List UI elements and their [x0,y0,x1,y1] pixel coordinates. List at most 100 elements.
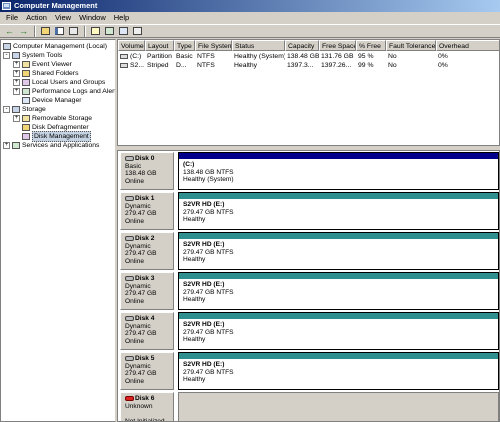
disk-size: 138.48 GB [125,170,157,177]
tree-item-performance-logs-and-alerts[interactable]: + Performance Logs and Alerts [13,87,115,96]
column-header-capacity[interactable]: Capacity [285,40,319,51]
table-row[interactable]: (C:) Partition Basic NTFS Healthy (System) 13… [118,52,499,61]
volume-block[interactable]: S2VR HD (E:) 279.47 GB NTFS Healthy [178,312,499,350]
cell-status: Healthy [232,61,285,70]
disk-status: Online [125,377,145,385]
tree-root[interactable]: Computer Management (Local) [3,42,107,51]
volume-name: S2VR HD (E:) [183,201,225,208]
column-header-layout[interactable]: Layout [145,40,174,51]
column-header-free-space[interactable]: Free Space [319,40,356,51]
volume-size: 279.47 GB NTFS [183,288,234,296]
expand-icon[interactable]: + [3,142,10,149]
disk-name: Disk 6 [125,395,171,403]
cell-fault-tolerance: No [386,52,436,61]
collapse-icon[interactable]: - [3,52,10,59]
cell-text: NTFS [197,53,215,60]
disk-size: 279.47 GB [125,250,157,257]
disk-row-disk-0: Disk 0 Basic 138.48 GB Online (C:) 138.48 GB … [120,152,499,190]
collapse-icon[interactable]: - [3,106,10,113]
cell-type: Basic [174,52,195,61]
tree-item-event-viewer[interactable]: + Event Viewer [13,60,72,69]
table-row[interactable]: S2... Striped D... NTFS Healthy 1397.3... 1397… [118,61,499,70]
disk-label[interactable]: Disk 4 Dynamic 279.47 GB Online [120,312,174,350]
disk-type: Dynamic [125,362,151,370]
local-users-and-groups-icon [22,79,30,86]
disk-label[interactable]: Disk 0 Basic 138.48 GB Online [120,152,174,190]
volume-block[interactable]: S2VR HD (E:) 279.47 GB NTFS Healthy [178,232,499,270]
volume-icon [120,62,128,68]
column-header-free[interactable]: % Free [356,40,386,51]
volume-size: 279.47 GB NTFS [183,208,234,216]
volume-block[interactable]: (C:) 138.48 GB NTFS Healthy (System) [178,152,499,190]
tree-label: Shared Folders [32,70,79,77]
tree-item-storage[interactable]: - Storage [3,105,46,114]
disk-size: 279.47 GB [125,290,157,297]
tree-item-system-tools[interactable]: - System Tools [3,51,62,60]
cell-free: 95 % [356,52,386,61]
column-header-status[interactable]: Status [232,40,285,51]
tree-item-removable-storage[interactable]: + Removable Storage [13,114,92,123]
volume-block[interactable]: S2VR HD (E:) 279.47 GB NTFS Healthy [178,192,499,230]
cell-text: 0% [438,53,448,60]
volume-text: (C:) 138.48 GB NTFS Healthy (System) [179,159,498,184]
device-manager-icon [22,97,30,104]
column-header-fault-tolerance[interactable]: Fault Tolerance [386,40,436,51]
computer-icon [3,43,11,50]
export-icon[interactable] [117,25,130,37]
volume-name: S2VR HD (E:) [183,321,225,328]
volume-block[interactable]: S2VR HD (E:) 279.47 GB NTFS Healthy [178,352,499,390]
menu-file[interactable]: File [2,12,22,24]
expand-icon[interactable]: + [13,61,20,68]
help-icon[interactable] [89,25,102,37]
show-hide-tree-icon[interactable] [53,25,66,37]
menu-window[interactable]: Window [75,12,110,24]
properties-icon[interactable] [67,25,80,37]
volume-block[interactable]: S2VR HD (E:) 279.47 GB NTFS Healthy [178,272,499,310]
volume-status: Healthy [183,296,206,303]
tree-item-local-users-and-groups[interactable]: + Local Users and Groups [13,78,105,87]
cell-text: S2... [130,62,144,69]
volume-icon [120,53,128,59]
shared-folders-icon [22,70,30,77]
tree-item-device-manager[interactable]: Device Manager [13,96,82,105]
expand-icon[interactable]: + [13,79,20,86]
tree-item-services-and-applications[interactable]: + Services and Applications [3,141,99,150]
disk-icon [125,316,134,322]
disk-status: Online [125,337,145,345]
disk-label[interactable]: Disk 5 Dynamic 279.47 GB Online [120,352,174,390]
column-header-type[interactable]: Type [174,40,195,51]
disk-label[interactable]: Disk 2 Dynamic 279.47 GB Online [120,232,174,270]
column-header-overhead[interactable]: Overhead [436,40,499,51]
disk-label[interactable]: Disk 3 Dynamic 279.47 GB Online [120,272,174,310]
cell-text: 1397.3... [287,62,314,69]
window-title: Computer Management [14,1,98,10]
column-header-file-system[interactable]: File System [195,40,232,51]
cell-text: 138.48 GB [287,53,319,60]
volume-name: S2VR HD (E:) [183,241,225,248]
computer-management-icon [2,2,11,10]
menu-action[interactable]: Action [22,12,51,24]
view-icon[interactable] [131,25,144,37]
volume-size: 138.48 GB NTFS [183,168,234,176]
tree-item-disk-management[interactable]: Disk Management [13,131,91,142]
disk-name-text: Disk 1 [135,195,155,202]
column-header-volume[interactable]: Volume [118,40,145,51]
volume-size: 279.47 GB NTFS [183,248,234,256]
disk-label[interactable]: Disk 1 Dynamic 279.47 GB Online [120,192,174,230]
title-bar: Computer Management [0,0,500,12]
tree-item-shared-folders[interactable]: + Shared Folders [13,69,78,78]
menu-help[interactable]: Help [110,12,133,24]
disk-label[interactable]: Disk 6 Unknown Not Initialized [120,392,174,421]
disk-type: Dynamic [125,242,151,250]
cell-text: D... [176,62,187,69]
forward-arrow-icon[interactable]: → [17,25,30,37]
volume-text: S2VR HD (E:) 279.47 GB NTFS Healthy [179,319,498,344]
expand-icon[interactable]: + [13,70,20,77]
expand-icon[interactable]: + [13,115,20,122]
back-arrow-icon[interactable]: ← [3,25,16,37]
performance-logs-and-alerts-icon [22,88,30,95]
refresh-icon[interactable] [103,25,116,37]
menu-view[interactable]: View [51,12,75,24]
up-folder-icon[interactable] [39,25,52,37]
expand-icon[interactable]: + [13,88,20,95]
